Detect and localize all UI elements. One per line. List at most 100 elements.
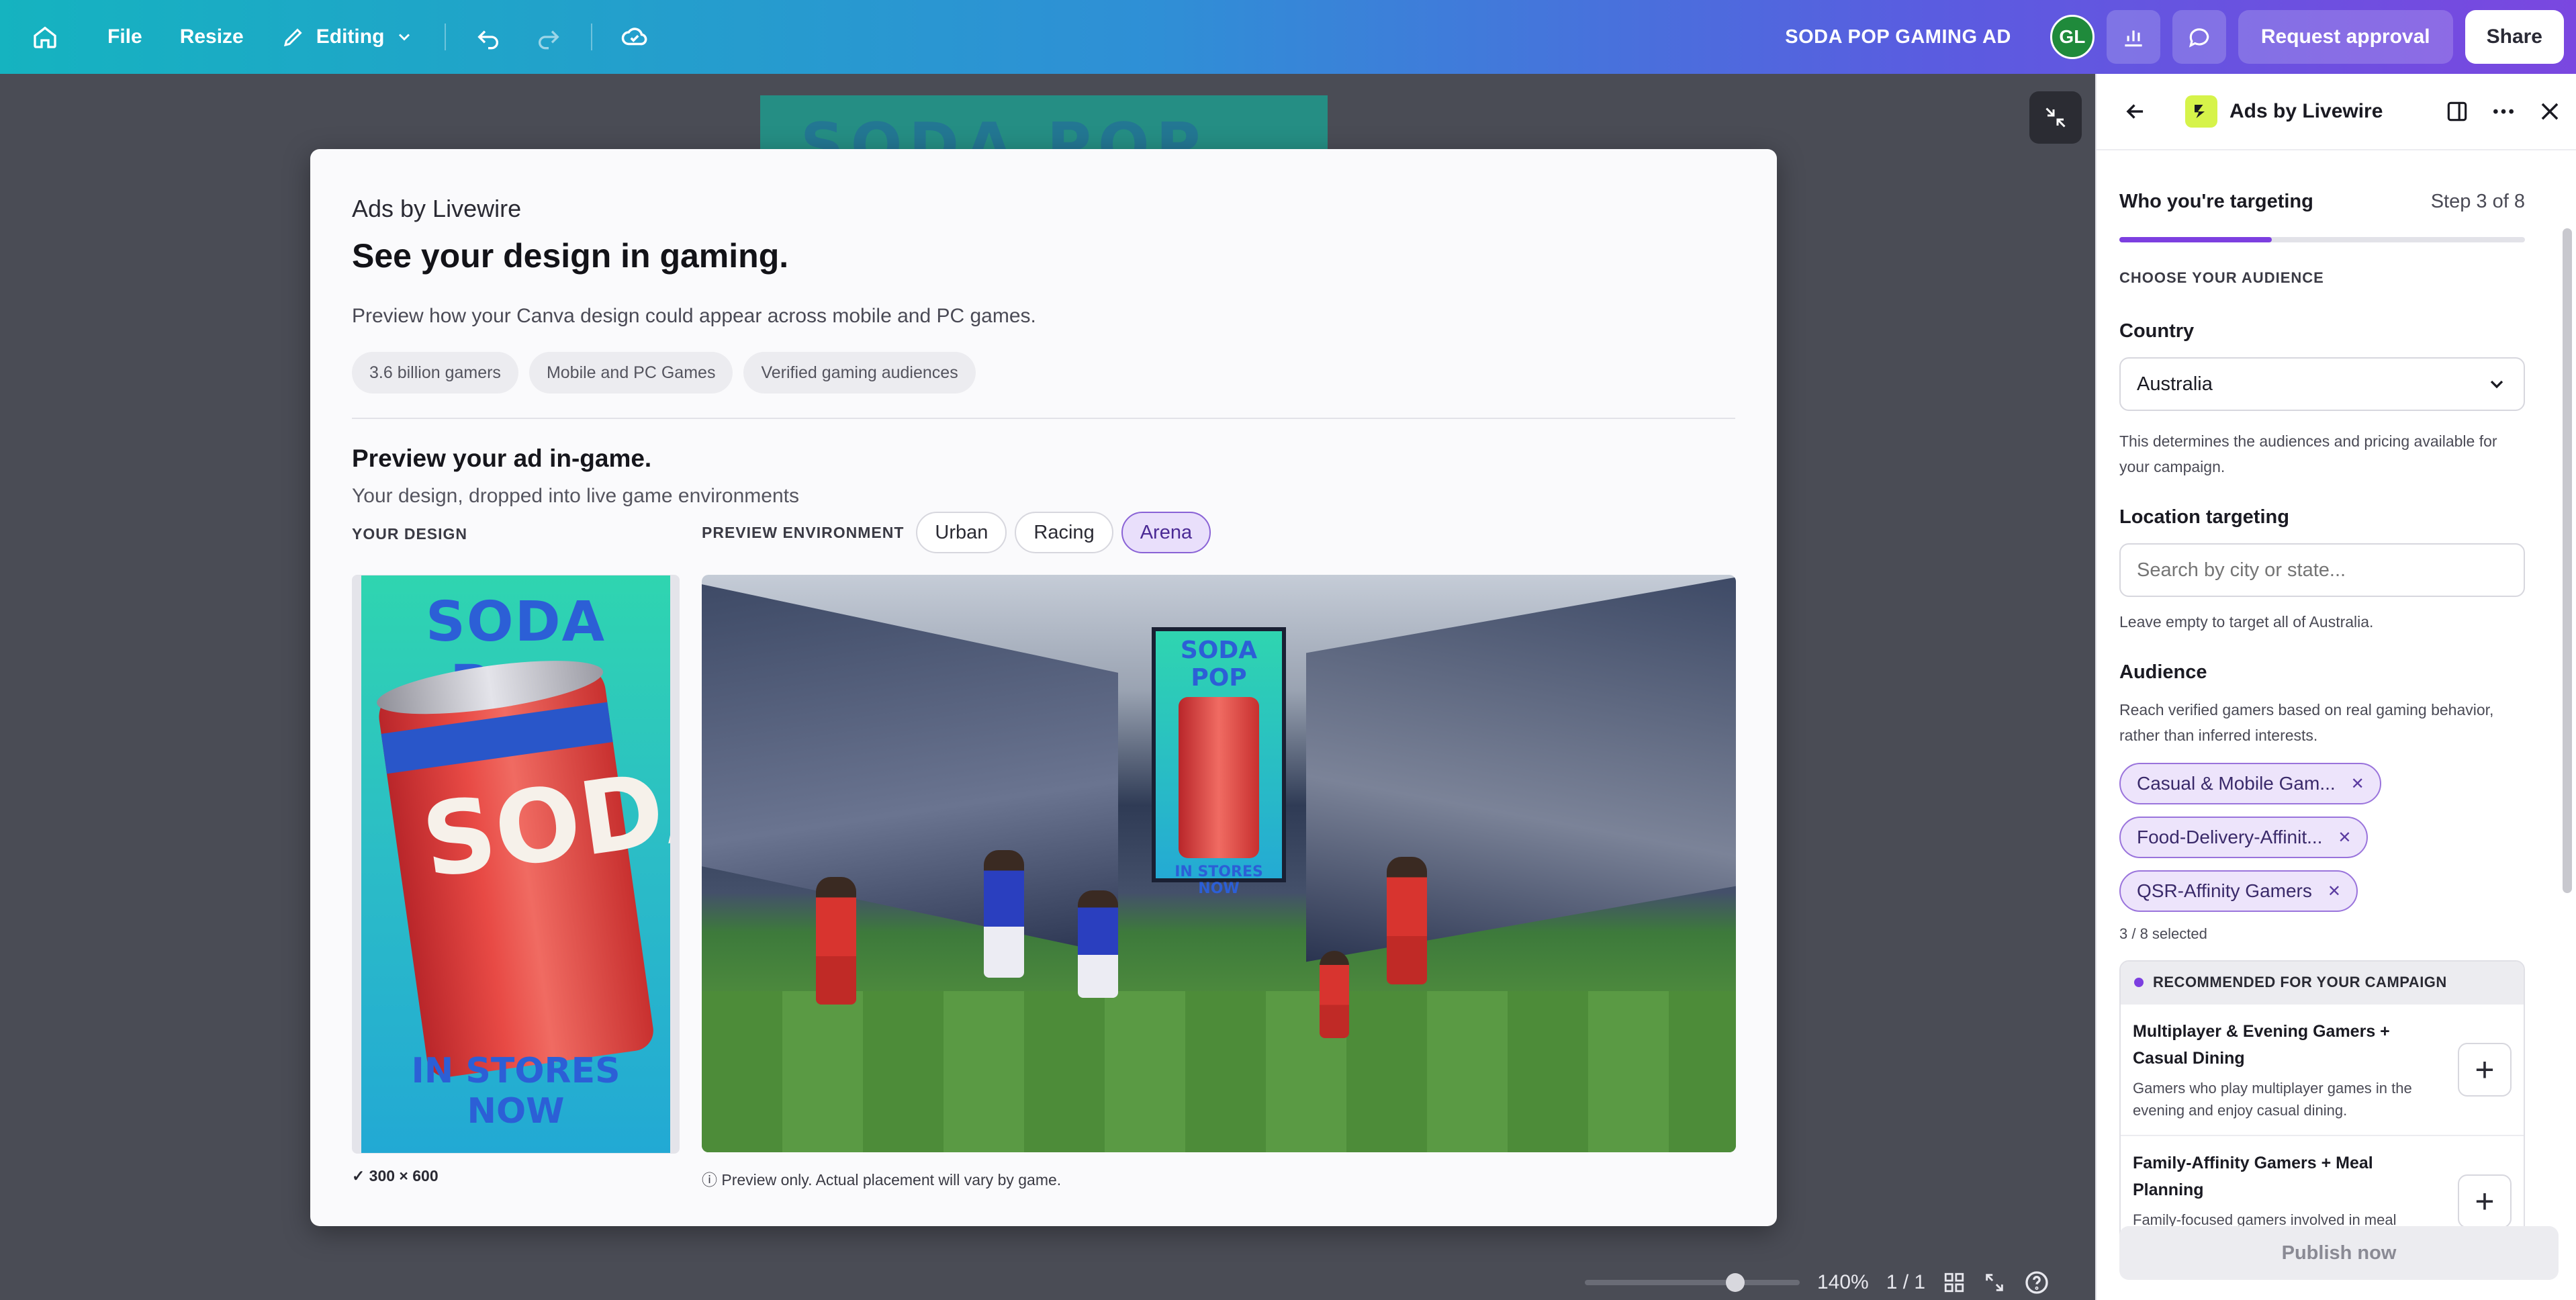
feature-chip: Verified gaming audiences: [743, 352, 976, 393]
panel-tools: [2444, 98, 2563, 125]
player-figure: [816, 877, 856, 1005]
selected-count: 3 / 8 selected: [2119, 925, 2207, 942]
country-label: Country: [2119, 320, 2195, 342]
audience-tag[interactable]: QSR-Affinity Gamers ✕: [2119, 870, 2358, 912]
remove-tag-icon[interactable]: ✕: [2348, 774, 2368, 794]
preview-heading: Preview your ad in-game.: [352, 445, 652, 472]
request-approval-button[interactable]: Request approval: [2238, 10, 2453, 64]
modal-description: Preview how your Canva design could appe…: [352, 305, 1036, 327]
undo-icon[interactable]: [458, 7, 518, 67]
adboard-headline: SODA POP: [1180, 637, 1258, 692]
step-title: Who you're targeting: [2119, 191, 2313, 212]
recommendation-title: Family-Affinity Gamers + Meal Planning: [2133, 1154, 2373, 1199]
redo-icon[interactable]: [518, 7, 579, 67]
modal-brand: Ads by Livewire: [352, 195, 522, 222]
publish-now-button[interactable]: Publish now: [2119, 1226, 2559, 1280]
share-button[interactable]: Share: [2465, 10, 2564, 64]
recommendations-title: RECOMMENDED FOR YOUR CAMPAIGN: [2153, 974, 2447, 990]
design-page-behind[interactable]: SODA POP: [760, 95, 1328, 181]
page-indicator[interactable]: 1 / 1: [1886, 1271, 1925, 1294]
audience-tag[interactable]: Food-Delivery-Affinit... ✕: [2119, 817, 2368, 858]
step-indicator: Step 3 of 8: [2430, 191, 2525, 212]
collapse-preview-button[interactable]: [2029, 91, 2082, 144]
minimize-icon: [2045, 107, 2066, 128]
zoom-slider-thumb[interactable]: [1726, 1273, 1745, 1292]
ads-side-panel: Ads by Livewire Who you're targeting Ste…: [2095, 74, 2576, 1300]
can-text: SODA: [415, 741, 670, 901]
location-label: Location targeting: [2119, 506, 2289, 528]
livewire-logo-icon: [2185, 95, 2217, 128]
selected-audience-tags: Casual & Mobile Gam... ✕ Food-Delivery-Af…: [2119, 763, 2525, 912]
pencil-icon: [283, 28, 302, 47]
insights-button[interactable]: [2106, 10, 2160, 64]
add-recommendation-button[interactable]: +: [2458, 1043, 2512, 1097]
avatar[interactable]: GL: [2050, 15, 2095, 59]
section-label: CHOOSE YOUR AUDIENCE: [2119, 269, 2324, 286]
stadium-stand-right: [1306, 577, 1736, 962]
recommendations-header: RECOMMENDED FOR YOUR CAMPAIGN: [2121, 962, 2524, 1003]
add-recommendation-button[interactable]: +: [2458, 1174, 2512, 1228]
your-design-label: YOUR DESIGN: [352, 525, 468, 543]
bar-chart-icon: [2125, 30, 2142, 47]
zoom-slider[interactable]: [1585, 1273, 1800, 1292]
design-title[interactable]: SODA POP GAMING AD: [1785, 26, 2011, 48]
env-tab-urban[interactable]: Urban: [916, 512, 1007, 553]
soda-can-graphic: SODA: [373, 650, 670, 1080]
zoom-percent[interactable]: 140%: [1817, 1271, 1869, 1294]
back-arrow-icon[interactable]: [2115, 91, 2156, 132]
file-menu-button[interactable]: File: [89, 10, 161, 64]
player-figure: [984, 850, 1024, 978]
help-icon[interactable]: [2023, 1269, 2050, 1296]
panel-body: Who you're targeting Step 3 of 8 CHOOSE …: [2119, 150, 2525, 1268]
location-search-input[interactable]: [2119, 543, 2525, 597]
recommendation-description: Gamers who play multiplayer games in the…: [2133, 1080, 2412, 1119]
feature-chips: 3.6 billion gamers Mobile and PC Games V…: [352, 352, 1735, 393]
grid-view-icon[interactable]: [1943, 1271, 1966, 1294]
football-pitch: [702, 991, 1736, 1152]
editing-label: Editing: [316, 26, 385, 48]
remove-tag-icon[interactable]: ✕: [2334, 827, 2354, 847]
modal-title: See your design in gaming.: [352, 237, 789, 275]
more-options-icon[interactable]: [2490, 98, 2517, 125]
design-thumbnail-frame: SODA POP SODA IN STORES NOW: [352, 575, 680, 1154]
env-tab-arena[interactable]: Arena: [1121, 512, 1211, 553]
app-name: Ads by Livewire: [2229, 100, 2383, 122]
step-header: Who you're targeting Step 3 of 8: [2119, 191, 2525, 213]
stadium-stand-left: [702, 584, 1118, 955]
panel-header: Ads by Livewire: [2097, 74, 2576, 150]
feature-chip: 3.6 billion gamers: [352, 352, 518, 393]
country-select[interactable]: Australia: [2119, 357, 2525, 411]
env-tab-racing[interactable]: Racing: [1015, 512, 1113, 553]
gaming-preview-modal: Ads by Livewire See your design in gamin…: [310, 149, 1777, 1226]
remove-tag-icon[interactable]: ✕: [2324, 881, 2344, 901]
resize-button[interactable]: Resize: [161, 10, 263, 64]
preview-disclaimer: ⓘ Preview only. Actual placement will va…: [702, 1171, 1062, 1189]
recommendations-box: RECOMMENDED FOR YOUR CAMPAIGN Multiplaye…: [2119, 960, 2525, 1268]
audience-tag-label: QSR-Affinity Gamers: [2137, 880, 2312, 901]
recommendation-title: Multiplayer & Evening Gamers + Casual Di…: [2133, 1022, 2390, 1068]
preview-subheading: Your design, dropped into live game envi…: [352, 485, 799, 507]
preview-environment-label: PREVIEW ENVIRONMENT: [702, 523, 905, 541]
toolbar-divider: [445, 24, 447, 50]
design-footer: IN STORES NOW: [411, 1051, 620, 1131]
fullscreen-icon[interactable]: [1983, 1271, 2006, 1294]
panel-scrollbar[interactable]: [2563, 228, 2572, 893]
editing-mode-dropdown[interactable]: Editing: [263, 10, 433, 64]
country-help-text: This determines the audiences and pricin…: [2119, 432, 2497, 475]
cloud-sync-icon[interactable]: [604, 7, 665, 67]
environment-selector: PREVIEW ENVIRONMENT Urban Racing Arena: [702, 512, 1211, 553]
home-icon[interactable]: [15, 7, 75, 67]
side-panel-toggle-icon[interactable]: [2444, 99, 2470, 124]
audience-tag[interactable]: Casual & Mobile Gam... ✕: [2119, 763, 2381, 804]
audience-tag-label: Food-Delivery-Affinit...: [2137, 827, 2323, 847]
top-toolbar: File Resize Editing SODA POP GAMING AD G…: [0, 0, 2576, 74]
design-size-note: ✓ 300 × 600: [352, 1167, 439, 1185]
audience-tag-label: Casual & Mobile Gam...: [2137, 773, 2336, 794]
toolbar-divider: [591, 24, 593, 50]
comment-icon: [2189, 28, 2209, 48]
comments-button[interactable]: [2172, 10, 2226, 64]
in-game-ad-board: SODA POP IN STORES NOW: [1152, 627, 1286, 897]
country-value: Australia: [2137, 373, 2213, 395]
design-thumbnail: SODA POP SODA IN STORES NOW: [361, 575, 670, 1153]
close-icon[interactable]: [2537, 99, 2563, 124]
